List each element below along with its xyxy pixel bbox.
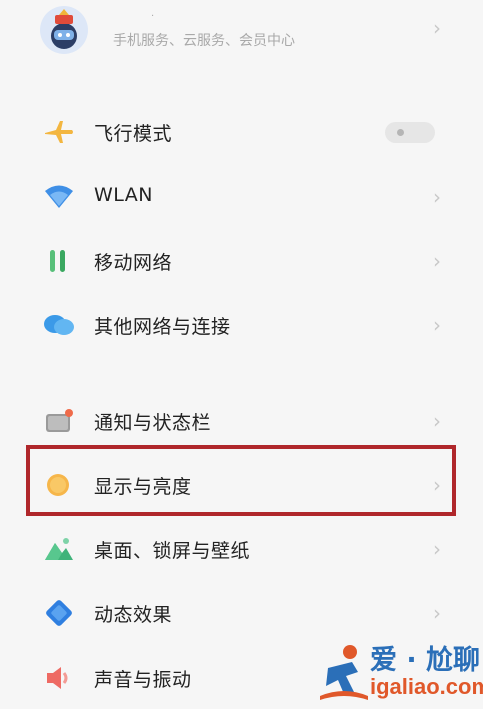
- chevron-right-icon: ›: [433, 185, 441, 209]
- chevron-right-icon: ›: [433, 537, 441, 561]
- setting-label: 通知与状态栏: [94, 412, 212, 434]
- setting-label: 桌面、锁屏与壁纸: [94, 540, 251, 562]
- setting-label: WLAN: [94, 184, 154, 206]
- connection-icon: [42, 310, 76, 340]
- account-profile-row[interactable]: · 手机服务、云服务、会员中心 ›: [0, 0, 483, 80]
- setting-label: 声音与振动: [94, 669, 192, 691]
- airplane-mode-toggle[interactable]: [385, 122, 435, 143]
- chevron-right-icon: ›: [433, 249, 441, 273]
- account-name: ·: [151, 11, 155, 22]
- chevron-right-icon: ›: [433, 409, 441, 433]
- runner-logo-icon: [320, 645, 368, 700]
- notification-icon: [42, 406, 76, 436]
- account-subtitle: 手机服务、云服务、会员中心: [113, 33, 295, 49]
- chevron-right-icon: ›: [433, 16, 441, 40]
- setting-other-networks[interactable]: 其他网络与连接 ›: [0, 295, 483, 355]
- motion-effects-icon: [42, 598, 76, 628]
- setting-label: 飞行模式: [94, 123, 173, 145]
- wallpaper-icon: [42, 534, 76, 564]
- chevron-right-icon: ›: [433, 601, 441, 625]
- sound-icon: [42, 663, 76, 693]
- setting-label: 移动网络: [94, 252, 173, 274]
- setting-airplane-mode[interactable]: 飞行模式: [0, 102, 483, 162]
- setting-wallpaper[interactable]: 桌面、锁屏与壁纸 ›: [0, 519, 483, 579]
- avatar: [40, 6, 88, 54]
- mobile-network-icon: [42, 246, 76, 276]
- setting-motion-effects[interactable]: 动态效果 ›: [0, 583, 483, 643]
- watermark-url: igaliao.com: [370, 674, 483, 699]
- setting-label: 动态效果: [94, 604, 173, 626]
- setting-wlan[interactable]: WLAN ›: [0, 167, 483, 227]
- chevron-right-icon: ›: [433, 313, 441, 337]
- watermark-title: 爱 · 尬聊: [370, 645, 481, 676]
- setting-label: 其他网络与连接: [94, 316, 231, 338]
- highlight-box: [26, 445, 456, 516]
- setting-notification-status-bar[interactable]: 通知与状态栏 ›: [0, 391, 483, 451]
- wifi-icon: [42, 182, 76, 212]
- setting-mobile-network[interactable]: 移动网络 ›: [0, 231, 483, 291]
- airplane-icon: [42, 117, 76, 147]
- watermark-logo: 爱 · 尬聊 igaliao.com: [318, 636, 483, 709]
